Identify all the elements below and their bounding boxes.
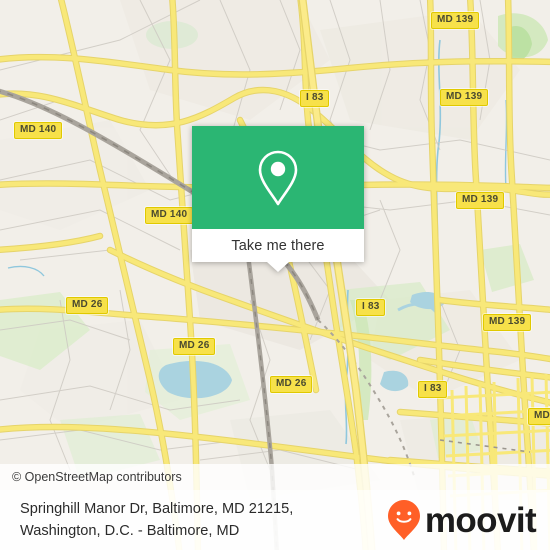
road-shield-md140-left[interactable]: MD 140 [14, 122, 63, 139]
road-shield-md139-lower[interactable]: MD 139 [483, 314, 532, 331]
road-shield-i83-top[interactable]: I 83 [300, 90, 330, 107]
road-shield-i83-bottom[interactable]: I 83 [418, 381, 448, 398]
moovit-brand[interactable]: moovit [387, 499, 537, 541]
map-pin-icon [258, 150, 298, 205]
road-shield-i83-middle[interactable]: I 83 [356, 299, 386, 316]
footer-bar: Springhill Manor Dr, Baltimore, MD 21215… [0, 490, 550, 550]
road-shield-md140-center[interactable]: MD 140 [145, 207, 194, 224]
address-line-2: Washington, D.C. - Baltimore, MD [20, 523, 240, 539]
callout-marker-area [192, 126, 364, 229]
road-shield-md26-lower[interactable]: MD 26 [270, 376, 313, 393]
address-block: Springhill Manor Dr, Baltimore, MD 21215… [20, 498, 293, 542]
map-screenshot: MD 139 I 83 MD 139 MD 140 MD 140 MD 139 … [0, 0, 550, 550]
road-shield-md139-upper[interactable]: MD 139 [440, 89, 489, 106]
take-me-there-callout[interactable]: Take me there [192, 126, 364, 272]
map-attribution-bar: © OpenStreetMap contributors [0, 464, 550, 490]
take-me-there-label: Take me there [231, 237, 325, 254]
road-shield-md26-center[interactable]: MD 26 [173, 338, 216, 355]
road-shield-md26-left[interactable]: MD 26 [66, 297, 109, 314]
moovit-wordmark: moovit [424, 500, 537, 540]
road-shield-md139-right[interactable]: MD 139 [456, 192, 505, 209]
callout-action-bar[interactable]: Take me there [192, 229, 364, 262]
road-shield-md-clipped[interactable]: MD [528, 408, 550, 425]
callout-pointer-tail [267, 262, 289, 272]
address-line-1: Springhill Manor Dr, Baltimore, MD 21215… [20, 501, 294, 517]
road-shield-md139-top[interactable]: MD 139 [431, 12, 480, 29]
moovit-smiley-pin-icon [387, 500, 420, 540]
osm-attribution-text[interactable]: © OpenStreetMap contributors [0, 470, 182, 484]
